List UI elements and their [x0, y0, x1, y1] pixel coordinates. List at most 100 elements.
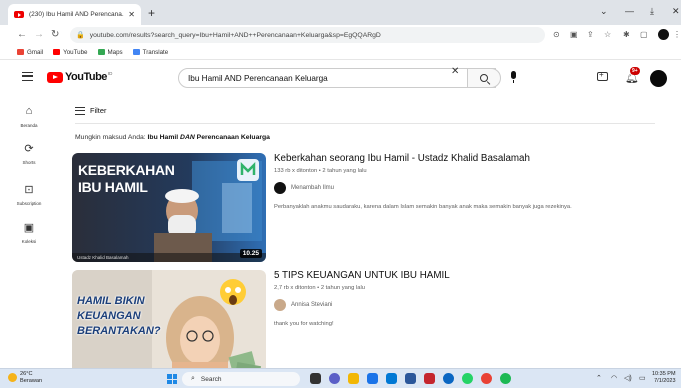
close-window-button[interactable]: ✕	[672, 6, 680, 17]
gmail-icon	[17, 49, 24, 55]
search-query-text[interactable]: Ibu Hamil AND Perencanaan Keluarga	[188, 74, 328, 83]
account-avatar[interactable]	[650, 70, 667, 87]
forward-button[interactable]: →	[34, 29, 44, 40]
youtube-header: YouTube ID Ibu Hamil AND Perencanaan Kel…	[0, 62, 681, 94]
tab-strip: (230) Ibu Hamil AND Perencana... ✕ + ⌄ —…	[0, 0, 681, 25]
start-menu-icon[interactable]	[167, 374, 177, 384]
channel-avatar[interactable]	[274, 182, 286, 194]
filter-button[interactable]: Filter	[75, 106, 106, 115]
store-icon[interactable]	[386, 373, 397, 384]
bookmark-label: Translate	[142, 48, 169, 56]
voice-search-icon[interactable]	[511, 71, 516, 83]
extensions-icon[interactable]: ✱	[623, 30, 630, 39]
guide-item-home[interactable]: ⌂ Beranda	[0, 105, 58, 128]
menu-kebab-icon[interactable]: ⋮	[673, 30, 681, 39]
channel-link[interactable]: Menambah Ilmu	[274, 182, 659, 194]
video-description: Perbanyaklah anakmu saudaraku, karena da…	[274, 204, 572, 210]
windows-taskbar: 26°C Berawan ⌕ Search ⌃ ◠ ◁) ▭ 10:35 PM …	[0, 368, 681, 388]
word-icon[interactable]	[405, 373, 416, 384]
youtube-logo[interactable]: YouTube ID	[47, 71, 112, 83]
bookmark-star-icon[interactable]: ☆	[604, 30, 611, 39]
battery-icon[interactable]: ▭	[639, 374, 646, 382]
maps-icon	[97, 49, 105, 55]
bookmark-youtube[interactable]: YouTube	[53, 49, 88, 56]
video-thumbnail[interactable]: KEBERKAHAN IBU HAMIL Ustadz Khalid Basal…	[72, 153, 266, 262]
thumbnail-headline: KEBERKAHAN IBU HAMIL	[78, 162, 175, 196]
mcafee-icon[interactable]	[424, 373, 435, 384]
file-explorer-icon[interactable]	[348, 373, 359, 384]
clear-search-icon[interactable]: ✕	[451, 66, 459, 77]
guide-item-shorts[interactable]: ⟳ Shorts	[0, 142, 58, 165]
channel-name[interactable]: Annisa Steviani	[291, 302, 332, 308]
guide-item-subscriptions[interactable]: ⊡ Subscription	[0, 183, 58, 206]
video-title[interactable]: Keberkahan seorang Ibu Hamil - Ustadz Kh…	[274, 153, 659, 164]
address-bar[interactable]: 🔒 youtube.com/results?search_query=Ibu+H…	[70, 27, 545, 43]
minimize-button[interactable]: —	[625, 6, 634, 16]
share-icon[interactable]: ⇪	[587, 30, 594, 39]
suggestion-part: Ibu Hamil	[147, 134, 179, 141]
guide-item-library[interactable]: ▣ Koleksi	[0, 221, 58, 244]
side-panel-icon[interactable]: ▢	[640, 30, 648, 39]
tray-chevron-icon[interactable]: ⌃	[596, 374, 602, 382]
chat-icon[interactable]	[329, 373, 340, 384]
edge-icon[interactable]	[367, 373, 378, 384]
google-lens-icon[interactable]: ⊙	[553, 30, 560, 39]
lock-icon[interactable]: 🔒	[76, 31, 85, 39]
video-stats: 133 rb x ditonton • 2 tahun yang lalu	[274, 168, 367, 174]
channel-name[interactable]: Menambah Ilmu	[291, 185, 334, 191]
new-tab-button[interactable]: +	[148, 6, 155, 20]
bookmark-label: Gmail	[27, 48, 44, 56]
temperature: 26°C	[20, 371, 33, 377]
did-you-mean: Mungkin maksud Anda: Ibu Hamil DAN Peren…	[75, 134, 270, 141]
video-thumbnail[interactable]: HAMIL BIKIN KEUANGAN BERANTAKAN?	[72, 270, 266, 379]
suggestion-part: DAN	[180, 134, 195, 141]
filter-icon	[75, 106, 85, 115]
video-title[interactable]: 5 TIPS KEUANGAN UNTUK IBU HAMIL	[274, 270, 659, 281]
bookmark-gmail[interactable]: Gmail	[17, 49, 43, 56]
translate-icon[interactable]: ▣	[570, 30, 578, 39]
app-icon[interactable]	[443, 373, 454, 384]
url-text[interactable]: youtube.com/results?search_query=Ibu+Ham…	[90, 32, 381, 39]
whatsapp-icon[interactable]	[462, 373, 473, 384]
clock-time: 10:35 PM	[652, 371, 676, 377]
search-button[interactable]	[467, 68, 501, 88]
search-input[interactable]: Ibu Hamil AND Perencanaan Keluarga	[178, 68, 496, 88]
channel-avatar[interactable]	[274, 299, 286, 311]
weather-condition: Berawan	[20, 378, 43, 384]
subscriptions-icon: ⊡	[24, 184, 34, 196]
weather-widget[interactable]: 26°C Berawan	[20, 371, 42, 385]
close-tab-icon[interactable]: ✕	[128, 10, 135, 19]
wifi-icon[interactable]: ◠	[611, 374, 617, 382]
reload-button[interactable]: ↻	[51, 29, 59, 40]
address-bar-row: ← → ↻ 🔒 youtube.com/results?search_query…	[0, 25, 681, 45]
did-you-mean-link[interactable]: Ibu Hamil DAN Perencanaan Keluarga	[148, 134, 270, 141]
profile-avatar[interactable]	[658, 29, 669, 40]
hamburger-menu-icon[interactable]	[22, 72, 33, 81]
bookmark-maps[interactable]: Maps	[97, 49, 123, 56]
guide-label: Beranda	[20, 123, 38, 128]
thumbnail-caption: Ustadz Khalid Basalamah	[77, 255, 129, 260]
tab-search-icon[interactable]: ⌄	[600, 6, 608, 17]
bookmark-translate[interactable]: Translate	[132, 48, 169, 56]
notification-badge: 9+	[630, 67, 640, 75]
shorts-icon: ⟳	[24, 143, 34, 155]
guide-label: Shorts	[22, 160, 36, 165]
taskbar-search[interactable]: ⌕ Search	[182, 372, 300, 386]
system-clock[interactable]: 10:35 PM 7/1/2023	[652, 371, 676, 385]
youtube-icon	[53, 49, 61, 55]
browser-tab-youtube[interactable]: (230) Ibu Hamil AND Perencana... ✕	[8, 4, 141, 25]
browser-window: (230) Ibu Hamil AND Perencana... ✕ + ⌄ —…	[0, 0, 681, 388]
spotify-icon[interactable]	[500, 373, 511, 384]
volume-icon[interactable]: ◁)	[624, 374, 632, 382]
thumbnail-headline: HAMIL BIKIN KEUANGAN BERANTAKAN?	[77, 294, 161, 339]
restore-button[interactable]: ⤓	[650, 6, 654, 17]
back-button[interactable]: ←	[17, 29, 27, 40]
weather-icon[interactable]	[8, 373, 17, 382]
thumbnail-text-line: KEUANGAN	[77, 310, 141, 322]
channel-link[interactable]: Annisa Steviani	[274, 299, 659, 311]
suggestion-part: Perencanaan Keluarga	[196, 134, 270, 141]
video-meta: Keberkahan seorang Ibu Hamil - Ustadz Kh…	[274, 153, 659, 210]
create-video-icon[interactable]	[597, 70, 608, 81]
chrome-icon[interactable]	[481, 373, 492, 384]
task-view-icon[interactable]	[310, 373, 321, 384]
